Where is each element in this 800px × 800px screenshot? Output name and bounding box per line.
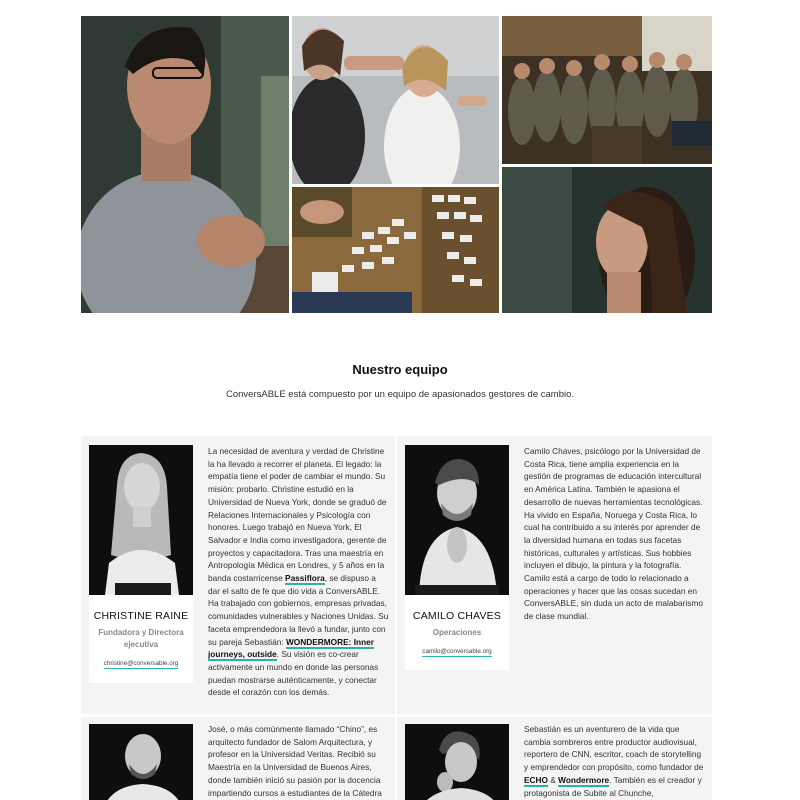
section-title: Nuestro equipo xyxy=(352,362,448,377)
row-divider xyxy=(81,714,712,717)
collage-photo-workshop-women xyxy=(292,16,499,184)
portrait-camilo xyxy=(405,445,509,595)
bio-text: Camilo Chaves, psicólogo por la Universi… xyxy=(524,446,703,622)
photo-collage xyxy=(81,16,712,313)
section-subtitle: ConversABLE está compuesto por un equipo… xyxy=(225,389,575,400)
collage-photo-group xyxy=(502,16,712,164)
bio-text: Sebastián es un aventurero de la vida qu… xyxy=(524,724,704,773)
bio-text: , se dispuso a dar el salto de fe que di… xyxy=(208,573,389,647)
echo-link[interactable]: ECHO xyxy=(524,774,548,787)
column-divider xyxy=(395,436,397,800)
bio-text: & xyxy=(547,774,559,785)
bio-text: La necesidad de aventura y verdad de Chr… xyxy=(208,446,387,584)
passiflora-link[interactable]: Passiflora xyxy=(285,573,325,586)
bio-text: José, o más comúnmente llamado “Chino”, … xyxy=(208,724,382,798)
member-bio-jose: José, o más comúnmente llamado “Chino”, … xyxy=(208,723,390,799)
member-bio-sebastian: Sebastián es un aventurero de la vida qu… xyxy=(524,723,706,799)
member-email-link[interactable]: christine@conversable.org xyxy=(89,660,193,669)
collage-photo-woman-profile xyxy=(502,167,712,313)
portrait-christine xyxy=(89,445,193,595)
team-grid: CHRISTINE RAINE Fundadora y Directora ej… xyxy=(81,436,712,800)
member-email: christine@conversable.org xyxy=(103,660,179,669)
team-card-christine: CHRISTINE RAINE Fundadora y Directora ej… xyxy=(89,445,193,683)
member-email-link[interactable]: camilo@conversable.org xyxy=(405,648,509,657)
wondermore-link[interactable]: Wondermore xyxy=(558,774,610,787)
portrait-jose xyxy=(89,724,193,800)
member-name: CHRISTINE RAINE xyxy=(93,610,189,622)
member-name: CAMILO CHAVES xyxy=(412,610,502,622)
team-card-sebastian xyxy=(405,724,509,800)
member-role: Operaciones xyxy=(432,628,482,637)
member-role: Fundadora y Directora ejecutiva xyxy=(98,628,184,649)
team-card-camilo: CAMILO CHAVES Operaciones camilo@convers… xyxy=(405,445,509,670)
member-bio-christine: La necesidad de aventura y verdad de Chr… xyxy=(208,445,390,699)
team-card-jose xyxy=(89,724,193,800)
collage-photo-cards-on-floor xyxy=(292,187,499,313)
portrait-sebastian xyxy=(405,724,509,800)
collage-photo-man-hand-on-chest xyxy=(81,16,289,313)
member-bio-camilo: Camilo Chaves, psicólogo por la Universi… xyxy=(524,445,706,623)
member-email: camilo@conversable.org xyxy=(422,648,492,657)
